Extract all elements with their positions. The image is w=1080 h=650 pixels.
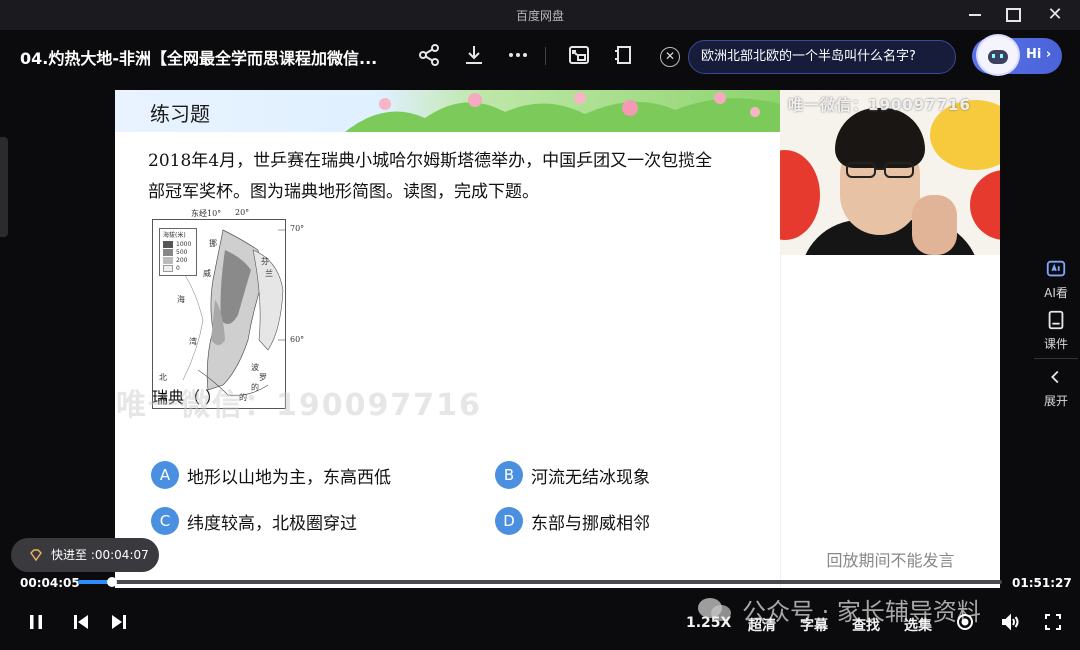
teacher-hair [835, 108, 925, 168]
banner-decoration [345, 92, 780, 132]
close-question-icon[interactable]: ✕ [660, 47, 680, 67]
question-line-2: 部冠军奖杯。图为瑞典地形简图。读图，完成下题。 [148, 182, 539, 202]
longitude-label: 20° [235, 208, 250, 217]
courseware-icon [1048, 310, 1064, 330]
map-place: 芬 [261, 257, 269, 266]
fullscreen-icon [1045, 614, 1061, 630]
skip-next-icon [112, 615, 126, 629]
quality-button[interactable]: 超清 [748, 615, 776, 635]
search-button[interactable]: 查找 [852, 615, 880, 635]
legend-value: 1000 [176, 241, 192, 248]
total-time: 01:51:27 [1012, 576, 1072, 590]
video-watermark: 唯一微信：190097716 [116, 388, 482, 423]
maximize-button[interactable] [1002, 5, 1024, 25]
header-divider [545, 47, 546, 65]
diamond-icon [30, 549, 42, 562]
seek-toast-text: 快进至 :00:04:07 [51, 548, 149, 562]
glasses-icon [846, 162, 914, 178]
chat-panel: 回放期间不能发言 [780, 255, 1000, 588]
legend-swatch-500 [163, 249, 173, 256]
legend-swatch-200 [163, 257, 173, 264]
lesson-slide: 练习题 2018年4月，世乒赛在瑞典小城哈尔姆斯塔德举办，中国乒团又一次包揽全 … [115, 90, 780, 588]
chevron-left-icon [1051, 370, 1059, 384]
next-button[interactable] [109, 612, 129, 632]
teacher-camera: 唯一微信：190097716 [780, 90, 1000, 255]
more-icon[interactable] [506, 43, 530, 67]
fullscreen-button[interactable] [1043, 612, 1063, 632]
expand-label: 展开 [1043, 394, 1068, 408]
player-header: 04.灼热大地-非洲【全网最全学而思课程加微信... ✕ 欧洲北部北欧的一个半岛… [0, 30, 1080, 82]
courseware-button[interactable]: 课件 [1032, 309, 1080, 352]
pause-icon [30, 615, 42, 629]
target-icon [957, 614, 973, 630]
volume-icon [1002, 613, 1019, 631]
question-text: 2018年4月，世乒赛在瑞典小城哈尔姆斯塔德举办，中国乒团又一次包揽全 部冠军奖… [148, 146, 758, 208]
settings-button[interactable] [955, 612, 975, 632]
legend-title: 海拔(米) [163, 232, 186, 239]
ai-assistant-button[interactable]: Hi › [972, 34, 1062, 76]
option-letter-badge: B [495, 461, 523, 489]
current-time: 00:04:05 [20, 576, 80, 590]
cam-background-shape [970, 170, 1000, 240]
map-place: 波 [251, 363, 259, 372]
pause-button[interactable] [26, 612, 46, 632]
rail-divider [1034, 358, 1078, 359]
legend-value: 0 [176, 265, 180, 272]
map-place: 威 [203, 269, 211, 278]
longitude-label: 东经10° [191, 209, 222, 218]
legend-value: 500 [176, 249, 188, 256]
option-text: 纬度较高，北极圈穿过 [187, 514, 357, 534]
legend-swatch-1000 [163, 241, 173, 248]
progress-bar[interactable] [78, 577, 1002, 587]
teacher-hand [912, 195, 957, 255]
speed-button[interactable]: 1.25X [686, 615, 731, 631]
close-window-button[interactable]: ✕ [1044, 5, 1066, 25]
option-letter-badge: A [151, 461, 179, 489]
ai-question-suggestion[interactable]: 欧洲北部北欧的一个半岛叫什么名字? [688, 40, 956, 74]
share-icon[interactable] [417, 43, 441, 67]
subtitles-button[interactable]: 字幕 [800, 615, 828, 635]
mini-window-icon[interactable] [612, 43, 636, 67]
download-icon[interactable] [462, 43, 486, 67]
map-place: 湾 [189, 337, 197, 346]
window-titlebar: 百度网盘 ✕ [0, 0, 1080, 30]
legend-value: 200 [176, 257, 188, 264]
slide-title: 练习题 [150, 102, 210, 126]
chat-disabled-notice: 回放期间不能发言 [826, 551, 955, 570]
option-text: 地形以山地为主，东高西低 [187, 468, 391, 488]
option-letter-badge: D [495, 507, 523, 535]
app-title: 百度网盘 [515, 9, 564, 23]
option-text: 河流无结冰现象 [531, 468, 650, 488]
ai-watch-icon [1046, 260, 1066, 277]
map-place: 挪 [209, 239, 217, 248]
cam-background-shape [780, 150, 820, 240]
slide-banner: 练习题 [115, 90, 780, 132]
question-line-1: 2018年4月，世乒赛在瑞典小城哈尔姆斯塔德举办，中国乒团又一次包揽全 [148, 151, 713, 171]
previous-button[interactable] [71, 612, 91, 632]
courseware-label: 课件 [1043, 337, 1068, 351]
skip-previous-icon [74, 615, 88, 629]
ai-avatar-icon [976, 34, 1020, 76]
expand-panel-button[interactable]: 展开 [1032, 366, 1080, 409]
latitude-label: 60° [290, 335, 305, 344]
option-text: 东部与挪威相邻 [531, 514, 650, 534]
ai-button-label: Hi › [1026, 47, 1052, 62]
volume-button[interactable] [1000, 612, 1020, 632]
map-legend: 海拔(米) 1000 500 200 0 [159, 228, 197, 276]
seek-toast: 快进至 :00:04:07 [11, 538, 159, 572]
ai-watch-label: AI看 [1044, 286, 1068, 300]
episodes-button[interactable]: 选集 [904, 615, 932, 635]
ai-watch-button[interactable]: AI看 [1032, 258, 1080, 301]
player-window: 百度网盘 ✕ 04.灼热大地-非洲【全网最全学而思课程加微信... ✕ 欧洲北部… [0, 0, 1080, 650]
left-drawer-handle[interactable] [0, 137, 8, 237]
option-letter-badge: C [151, 507, 179, 535]
map-place: 海 [177, 295, 185, 304]
video-title: 04.灼热大地-非洲【全网最全学而思课程加微信... [20, 49, 378, 68]
map-place: 兰 [265, 269, 273, 278]
camera-watermark: 唯一微信：190097716 [788, 96, 971, 114]
minimize-button[interactable] [964, 5, 986, 25]
legend-swatch-0 [163, 265, 173, 272]
latitude-label: 70° [290, 224, 305, 233]
picture-in-picture-icon[interactable] [567, 43, 591, 67]
